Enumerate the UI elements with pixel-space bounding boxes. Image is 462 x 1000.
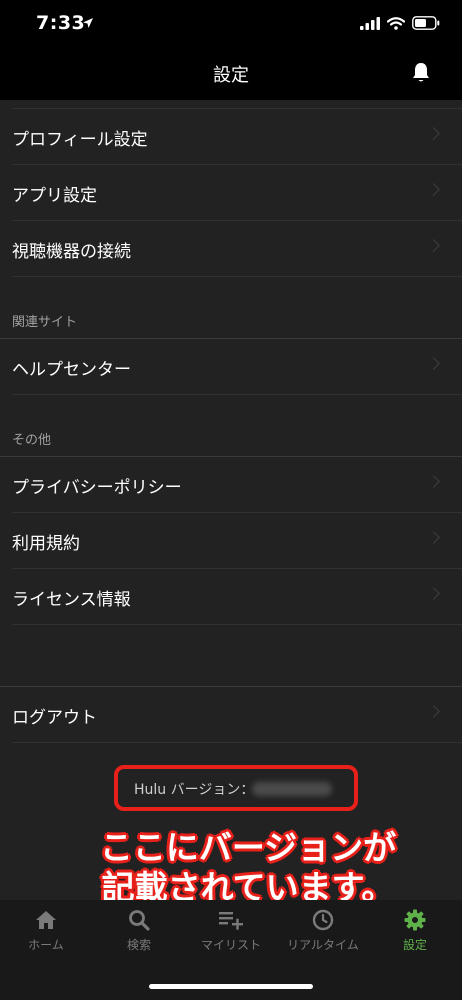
tab-realtime[interactable]: リアルタイム: [278, 908, 368, 958]
status-time: 7:33: [36, 12, 86, 34]
version-highlight-box: Hulu バージョン：: [114, 765, 358, 811]
chevron-right-icon: [427, 531, 440, 544]
tab-home[interactable]: ホーム: [1, 908, 91, 958]
tab-label: 設定: [402, 938, 427, 952]
version-label: Hulu バージョン：: [134, 782, 255, 798]
tab-mylist[interactable]: マイリスト: [186, 908, 276, 958]
tab-search[interactable]: 検索: [94, 908, 184, 958]
logout-button[interactable]: ログアウト: [0, 687, 462, 743]
menu-item-terms[interactable]: 利用規約: [0, 513, 462, 569]
section-header-other: その他: [12, 433, 52, 448]
menu-item-app-settings[interactable]: アプリ設定: [0, 165, 462, 221]
tab-label: ホーム: [28, 938, 64, 952]
bell-icon[interactable]: [412, 62, 430, 87]
menu-item-label: アプリ設定: [12, 186, 97, 206]
home-icon: [1, 908, 91, 934]
cellular-signal-icon: [360, 15, 380, 34]
status-icons: [360, 15, 440, 34]
divider: [12, 276, 462, 277]
home-indicator[interactable]: [149, 984, 313, 989]
gear-icon: [370, 908, 460, 934]
divider: [12, 742, 462, 743]
chevron-right-icon: [427, 357, 440, 370]
menu-item-privacy-policy[interactable]: プライバシーポリシー: [0, 457, 462, 513]
menu-item-label: 視聴機器の接続: [12, 242, 131, 262]
menu-item-label: ライセンス情報: [12, 590, 131, 610]
menu-item-device-connect[interactable]: 視聴機器の接続: [0, 221, 462, 277]
battery-icon: [412, 15, 440, 34]
section-header-related: 関連サイト: [12, 315, 78, 330]
menu-item-profile[interactable]: プロフィール設定: [0, 109, 462, 165]
menu-item-label: プライバシーポリシー: [12, 478, 182, 498]
page-title: 設定: [213, 65, 249, 86]
chevron-right-icon: [427, 587, 440, 600]
chevron-right-icon: [427, 705, 440, 718]
tab-bar: ホーム 検索 マイリスト リアルタイム 設定: [0, 900, 462, 1000]
menu-item-label: 利用規約: [12, 534, 80, 554]
menu-item-license[interactable]: ライセンス情報: [0, 569, 462, 625]
clock-icon: [278, 908, 368, 934]
divider: [12, 624, 462, 625]
chevron-right-icon: [427, 475, 440, 488]
wifi-icon: [386, 15, 406, 34]
tab-settings[interactable]: 設定: [370, 908, 460, 958]
chevron-right-icon: [427, 239, 440, 252]
tab-label: リアルタイム: [287, 938, 359, 952]
tab-label: マイリスト: [200, 938, 261, 952]
annotation-callout: ここにバージョンが 記載されています。: [88, 828, 408, 908]
version-number-blurred: [252, 782, 332, 796]
search-icon: [94, 908, 184, 934]
annotation-line-1: ここにバージョンが: [99, 828, 397, 867]
navigation-bar: 設定: [0, 48, 462, 100]
chevron-right-icon: [427, 127, 440, 140]
chevron-right-icon: [427, 183, 440, 196]
menu-item-label: ヘルプセンター: [12, 360, 131, 380]
menu-item-label: ログアウト: [12, 708, 97, 728]
menu-item-help-center[interactable]: ヘルプセンター: [0, 339, 462, 395]
status-bar: 7:33: [0, 0, 462, 48]
playlist-add-icon: [186, 908, 276, 934]
menu-item-label: プロフィール設定: [12, 130, 148, 150]
location-arrow-icon: [82, 14, 94, 33]
divider: [12, 394, 462, 395]
tab-label: 検索: [126, 938, 151, 952]
